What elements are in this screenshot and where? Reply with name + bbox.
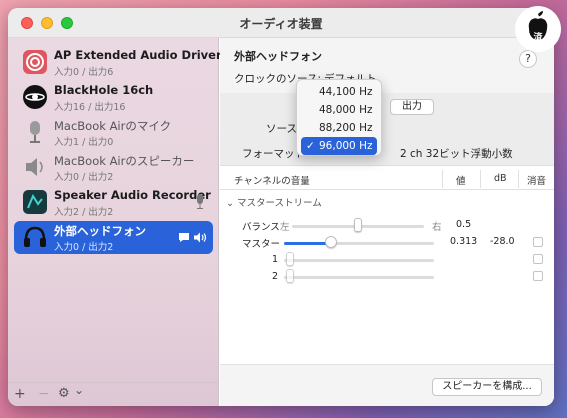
device-name: MacBook Airのスピーカー [54, 154, 195, 168]
source-label: ソース [266, 123, 297, 135]
channel-1-slider-track[interactable] [284, 259, 434, 262]
option-label: 96,000 Hz [319, 140, 373, 152]
device-item-ap-extended[interactable]: AP Extended Audio Driver 入力0 / 出力6 [14, 46, 222, 79]
balance-right-label: 右 [432, 222, 442, 233]
master-slider-fill [284, 242, 331, 245]
ap-driver-icon [23, 50, 47, 74]
balance-label: バランス [242, 222, 280, 233]
watermark-label: 済 [533, 33, 543, 43]
device-io: 入力1 / 出力0 [54, 137, 114, 148]
balance-left-label: 左 [280, 222, 290, 233]
device-title: 外部ヘッドフォン [234, 50, 322, 63]
channel-table-header: チャンネルの音量 値 dB 消音 [220, 168, 554, 190]
channel-2-slider-knob[interactable] [286, 269, 294, 283]
device-item-macbook-mic[interactable]: MacBook Airのマイク 入力1 / 出力0 [14, 116, 213, 149]
sample-rate-option[interactable]: 44,100 Hz [301, 83, 377, 101]
channel-1-label: 1 [272, 254, 279, 265]
col-value: 値 [456, 176, 466, 187]
channel-1-slider-knob[interactable] [286, 252, 294, 266]
option-label: 88,200 Hz [319, 122, 373, 134]
master-value: 0.313 [450, 236, 478, 247]
device-io: 入力16 / 出力16 [54, 102, 126, 113]
device-io: 入力0 / 出力6 [54, 67, 114, 78]
col-mute: 消音 [527, 176, 547, 187]
chevron-down-icon[interactable]: ⌄ [226, 198, 234, 209]
device-detail-pane: 外部ヘッドフォン ? クロックのソース: デフォルト 出力 ソース フォーマット… [220, 38, 554, 406]
master-mute-checkbox[interactable] [533, 237, 543, 247]
help-button[interactable]: ? [519, 50, 537, 68]
speaker-icon [26, 158, 43, 176]
device-name: MacBook Airのマイク [54, 119, 172, 133]
sample-rate-option-selected[interactable]: ✓ 96,000 Hz [301, 137, 377, 155]
gear-icon[interactable]: ⚙ [58, 386, 70, 401]
chevron-down-icon[interactable]: ⌄ [74, 383, 84, 397]
sidebar-footer: + − ⚙ ⌄ [8, 382, 219, 406]
configure-speakers-button[interactable]: スピーカーを構成... [432, 378, 542, 396]
column-divider [518, 170, 519, 188]
mic-badge-icon [197, 194, 203, 209]
device-name: BlackHole 16ch [54, 83, 154, 97]
option-label: 48,000 Hz [319, 104, 373, 116]
format-select[interactable]: 2 ch 32ビット浮動小数 [400, 146, 513, 161]
device-name: AP Extended Audio Driver [54, 48, 222, 62]
speaker-badge-icon [194, 232, 207, 243]
column-divider [480, 170, 481, 188]
master-stream-section[interactable]: ⌄ マスターストリーム [226, 195, 322, 209]
alert-badge-icon [179, 233, 189, 242]
channel-1-mute-checkbox[interactable] [533, 254, 543, 264]
device-name: Speaker Audio Recorder [54, 188, 211, 202]
checkmark-icon: ✓ [306, 140, 315, 152]
tab-output[interactable]: 出力 [390, 99, 434, 115]
master-db: -28.0 [490, 236, 515, 247]
column-divider [442, 170, 443, 188]
balance-value: 0.5 [456, 219, 472, 230]
audio-devices-window: オーディオ装置 AP Extended Audio Driver 入力0 / 出… [8, 8, 554, 406]
channel-2-slider-track[interactable] [284, 276, 434, 279]
col-db: dB [494, 173, 507, 184]
title-bar: オーディオ装置 [8, 8, 554, 38]
microphone-icon [30, 121, 40, 143]
window-title: オーディオ装置 [239, 17, 323, 31]
sample-rate-option[interactable]: 88,200 Hz [301, 119, 377, 137]
device-io: 入力0 / 出力2 [54, 242, 114, 253]
master-slider-knob[interactable] [324, 236, 337, 248]
device-sidebar: AP Extended Audio Driver 入力0 / 出力6 Black… [8, 38, 222, 406]
device-io: 入力0 / 出力2 [54, 172, 114, 183]
master-label: マスター [242, 239, 281, 250]
balance-slider-knob[interactable] [354, 218, 362, 232]
device-io: 入力2 / 出力2 [54, 207, 114, 218]
headphones-icon [24, 226, 46, 247]
device-item-speaker-recorder[interactable]: Speaker Audio Recorder 入力2 / 出力2 [14, 186, 213, 219]
site-logo: 済 [515, 6, 561, 52]
recorder-icon [23, 190, 47, 214]
sample-rate-option[interactable]: 48,000 Hz [301, 101, 377, 119]
blackhole-icon [23, 85, 47, 109]
channel-2-mute-checkbox[interactable] [533, 271, 543, 281]
device-header: 外部ヘッドフォン ? クロックのソース: デフォルト 出力 ソース フォーマット… [220, 38, 554, 166]
option-label: 44,100 Hz [319, 86, 373, 98]
add-device-button[interactable]: + [14, 386, 26, 402]
col-channel-volume: チャンネルの音量 [234, 176, 310, 187]
watermark-text: 済 [515, 30, 561, 43]
device-item-macbook-speaker[interactable]: MacBook Airのスピーカー 入力0 / 出力2 [14, 151, 213, 184]
apple-logo-icon [528, 11, 548, 40]
device-item-blackhole[interactable]: BlackHole 16ch 入力16 / 出力16 [14, 81, 213, 114]
section-label: マスターストリーム [237, 198, 322, 209]
device-name: 外部ヘッドフォン [54, 224, 146, 238]
sample-rate-menu: 44,100 Hz 48,000 Hz 88,200 Hz ✓ 96,000 H… [296, 79, 382, 156]
device-item-external-headphones[interactable]: 外部ヘッドフォン 入力0 / 出力2 [14, 221, 213, 254]
channel-2-label: 2 [272, 271, 279, 282]
remove-device-button[interactable]: − [38, 386, 50, 402]
